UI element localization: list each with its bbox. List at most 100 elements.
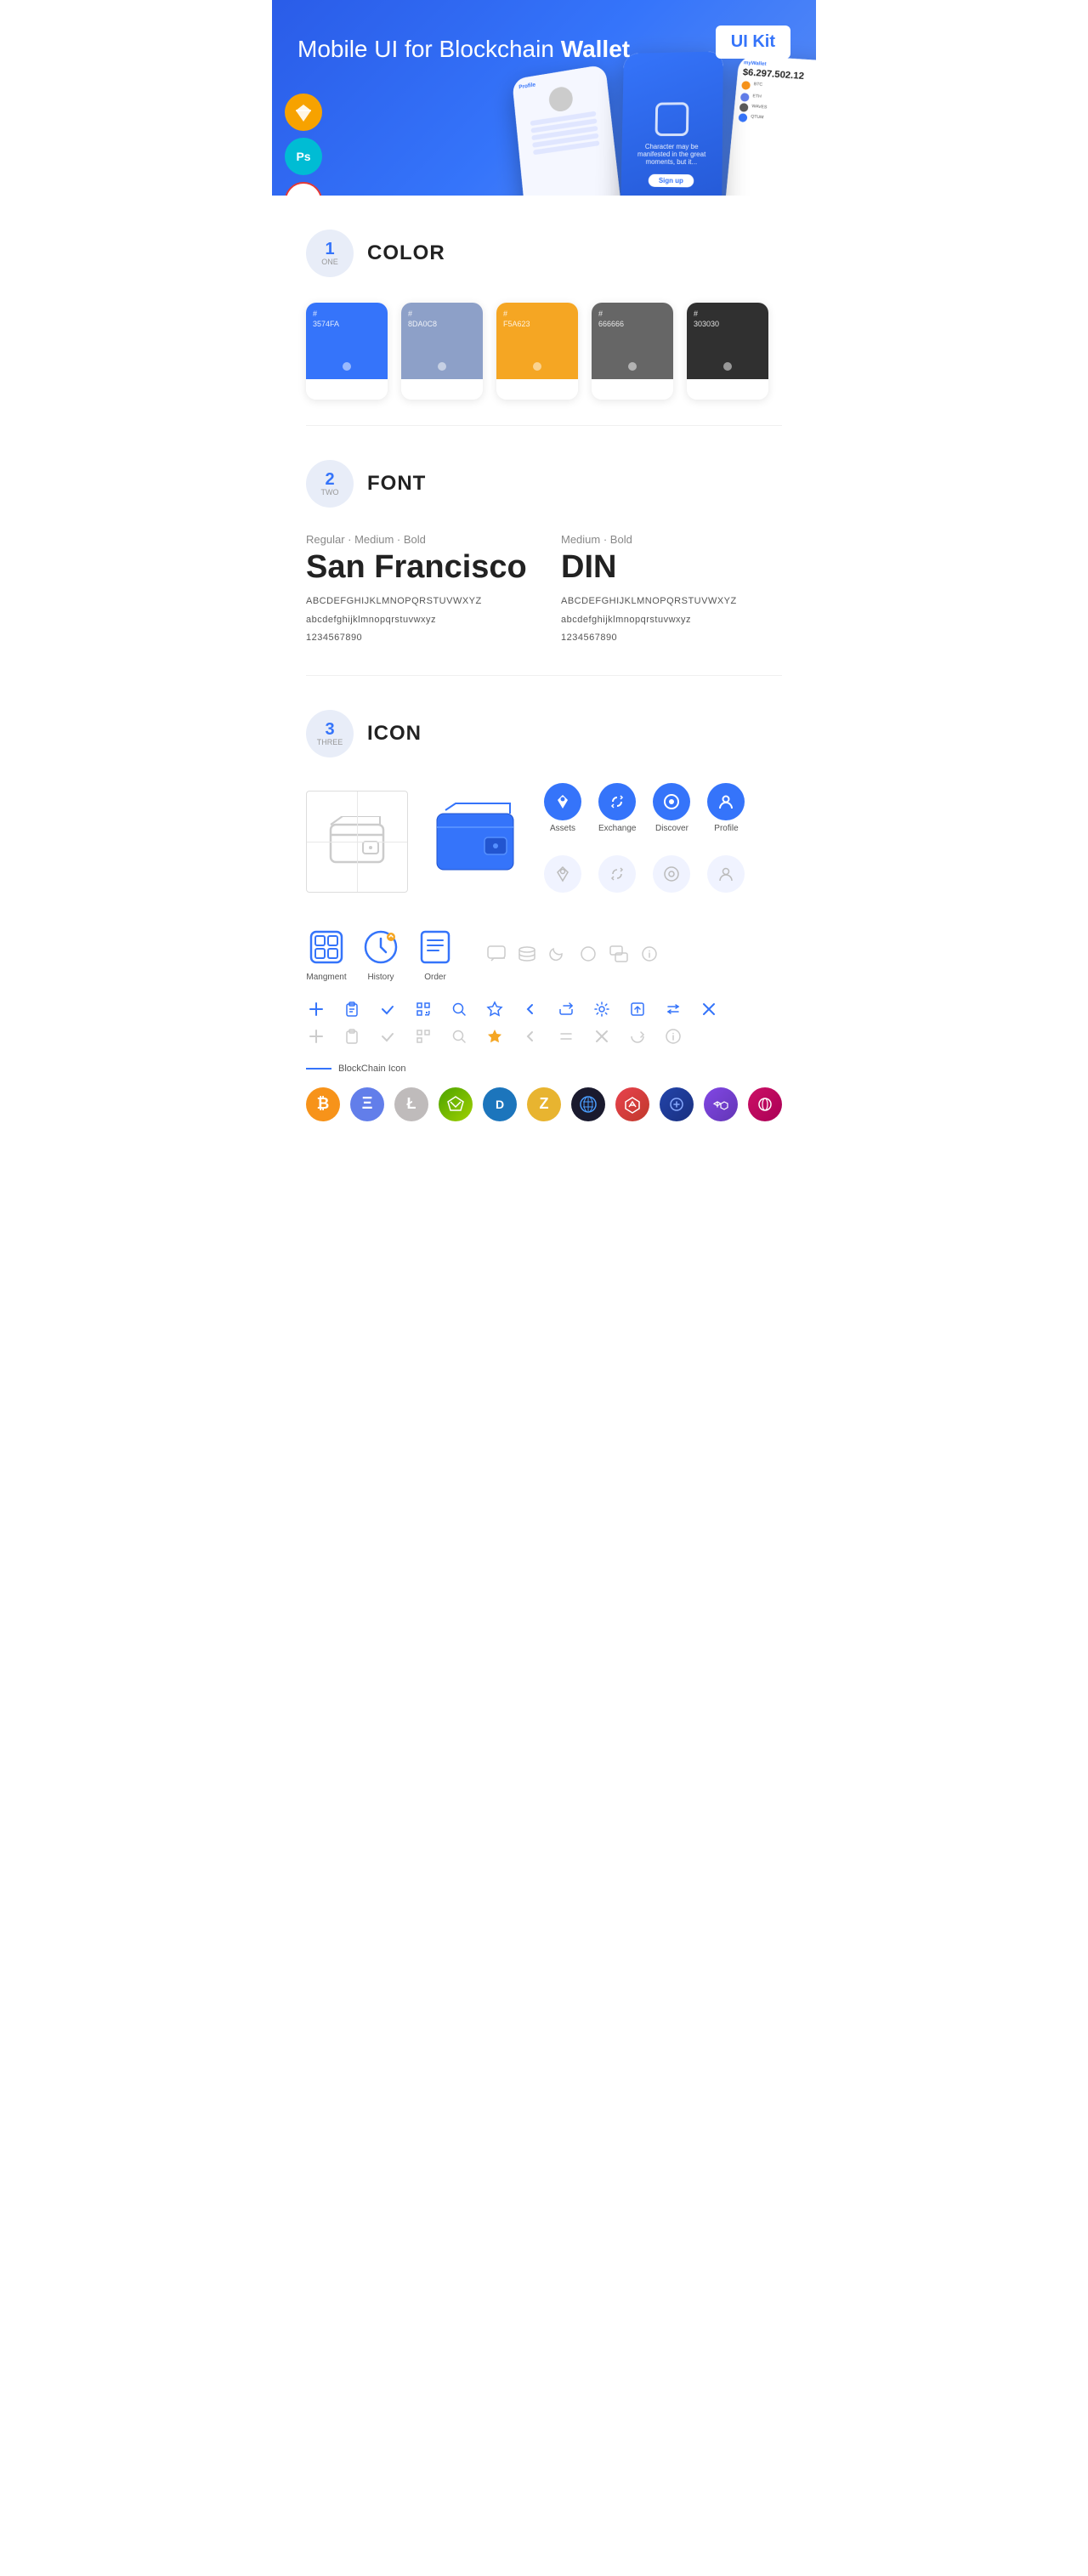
crypto-icon-hydra bbox=[660, 1087, 694, 1121]
section-title-font: FONT bbox=[367, 472, 426, 496]
close-icon-gray bbox=[592, 1026, 612, 1047]
comment-icon bbox=[486, 944, 507, 964]
font-section: 2 TWO FONT Regular · Medium · Bold San F… bbox=[272, 426, 816, 675]
app-icon-history: History bbox=[360, 927, 401, 982]
check-icon-gray bbox=[377, 1026, 398, 1047]
search-icon bbox=[449, 999, 469, 1019]
clipboard-icon-gray bbox=[342, 1026, 362, 1047]
small-icons-inactive-row bbox=[306, 1026, 782, 1047]
blockchain-line bbox=[306, 1068, 332, 1070]
assets-outline-icon bbox=[544, 855, 581, 893]
color-swatches: #3574FA #8DA0C8 #F5A623 #666666 bbox=[306, 303, 782, 400]
assets-icon bbox=[544, 783, 581, 820]
font-style-sf: Regular · Medium · Bold bbox=[306, 533, 527, 546]
profile-outline-icon bbox=[707, 855, 745, 893]
font-block-din: Medium · Bold DIN ABCDEFGHIJKLMNOPQRSTUV… bbox=[561, 533, 782, 650]
nav-icon-exchange-outline bbox=[598, 855, 636, 893]
section-title-color: COLOR bbox=[367, 241, 445, 265]
crypto-icon-matic bbox=[704, 1087, 738, 1121]
color-section: 1 ONE COLOR #3574FA #8DA0C8 #F5A623 bbox=[272, 196, 816, 425]
phone-mock-1: Profile bbox=[512, 65, 626, 196]
nav-icon-exchange: Exchange bbox=[598, 783, 636, 833]
section-title-icon: ICON bbox=[367, 722, 422, 746]
swatch-orange: #F5A623 bbox=[496, 303, 578, 400]
clipboard-icon bbox=[342, 999, 362, 1019]
discover-outline-icon bbox=[653, 855, 690, 893]
swatch-gray-blue: #8DA0C8 bbox=[401, 303, 483, 400]
info-icon bbox=[639, 944, 660, 964]
hero-title-bold: Wallet bbox=[561, 36, 630, 62]
ui-kit-badge: UI Kit bbox=[716, 26, 790, 59]
nav-icon-profile: Profile bbox=[707, 783, 745, 833]
crypto-icon-grid bbox=[571, 1087, 605, 1121]
misc-icons-row-1 bbox=[486, 944, 660, 964]
circle-icon bbox=[578, 944, 598, 964]
font-style-din: Medium · Bold bbox=[561, 533, 782, 546]
profile-icon bbox=[707, 783, 745, 820]
section-header-font: 2 TWO FONT bbox=[306, 460, 782, 508]
crypto-icon-ark bbox=[615, 1087, 649, 1121]
exchange-outline-icon bbox=[598, 855, 636, 893]
section-num-3: 3 THREE bbox=[306, 710, 354, 757]
crypto-icon-dash: D bbox=[483, 1087, 517, 1121]
tool-badges: Ps 60+ Screens bbox=[285, 94, 322, 196]
discover-icon bbox=[653, 783, 690, 820]
crypto-icon-neo bbox=[439, 1087, 473, 1121]
nav-icon-assets: Assets bbox=[544, 783, 581, 833]
search-icon-gray bbox=[449, 1026, 469, 1047]
font-block-sf: Regular · Medium · Bold San Francisco AB… bbox=[306, 533, 527, 650]
swap-icon bbox=[663, 999, 683, 1019]
font-name-sf: San Francisco bbox=[306, 549, 527, 586]
add-icon bbox=[306, 999, 326, 1019]
star-icon-gold bbox=[484, 1026, 505, 1047]
section-num-1: 1 ONE bbox=[306, 230, 354, 277]
icon-wallet-filled-container bbox=[434, 802, 518, 882]
hero-section: Mobile UI for Blockchain Wallet UI Kit P… bbox=[272, 0, 816, 196]
app-icon-order: Order bbox=[415, 927, 456, 982]
crypto-icons-row: ₿ Ξ Ł D Z bbox=[306, 1087, 782, 1121]
badge-screens: 60+ Screens bbox=[285, 182, 322, 196]
check-icon bbox=[377, 999, 398, 1019]
icon-section: 3 THREE ICON bbox=[272, 676, 816, 1147]
app-icon-management: Mangment bbox=[306, 927, 347, 982]
nav-icon-discover-outline bbox=[653, 855, 690, 893]
icon-showcase: Assets Exchange Discover bbox=[306, 783, 782, 901]
crypto-icon-ltc: Ł bbox=[394, 1087, 428, 1121]
chat-icon bbox=[609, 944, 629, 964]
crypto-icon-eth: Ξ bbox=[350, 1087, 384, 1121]
nav-icon-assets-outline bbox=[544, 855, 581, 893]
info-icon-gray bbox=[663, 1026, 683, 1047]
font-lowercase-din: abcdefghijklmnopqrstuvwxyz bbox=[561, 613, 782, 628]
hero-title-regular: Mobile UI for Blockchain bbox=[298, 36, 561, 62]
add-icon-gray bbox=[306, 1026, 326, 1047]
exchange-icon bbox=[598, 783, 636, 820]
blockchain-label-row: BlockChain Icon bbox=[306, 1064, 782, 1074]
chevron-left-icon bbox=[520, 999, 541, 1019]
blockchain-label: BlockChain Icon bbox=[338, 1064, 406, 1074]
font-name-din: DIN bbox=[561, 549, 782, 586]
redo-icon-gray bbox=[627, 1026, 648, 1047]
app-icons-row: Mangment History Order bbox=[306, 927, 782, 982]
nav-icons-active-row: Assets Exchange Discover bbox=[544, 783, 745, 833]
nav-icon-profile-outline bbox=[707, 855, 745, 893]
section-num-2: 2 TWO bbox=[306, 460, 354, 508]
nav-icons-inactive-row bbox=[544, 855, 745, 893]
management-icon-svg bbox=[306, 927, 347, 967]
phones-container: Profile Character may be manifested in t… bbox=[516, 48, 816, 196]
swap-icon-gray bbox=[556, 1026, 576, 1047]
section-header-icon: 3 THREE ICON bbox=[306, 710, 782, 757]
crypto-icon-btc: ₿ bbox=[306, 1087, 340, 1121]
swatch-blue: #3574FA bbox=[306, 303, 388, 400]
section-header-color: 1 ONE COLOR bbox=[306, 230, 782, 277]
swatch-mid-gray: #666666 bbox=[592, 303, 673, 400]
font-grid: Regular · Medium · Bold San Francisco AB… bbox=[306, 533, 782, 650]
moon-icon bbox=[547, 944, 568, 964]
stack-icon bbox=[517, 944, 537, 964]
history-icon-svg bbox=[360, 927, 401, 967]
nav-icon-discover: Discover bbox=[653, 783, 690, 833]
nav-icons-container: Assets Exchange Discover bbox=[544, 783, 745, 901]
star-icon bbox=[484, 999, 505, 1019]
share-icon bbox=[556, 999, 576, 1019]
font-uppercase-din: ABCDEFGHIJKLMNOPQRSTUVWXYZ bbox=[561, 594, 782, 610]
close-icon bbox=[699, 999, 719, 1019]
